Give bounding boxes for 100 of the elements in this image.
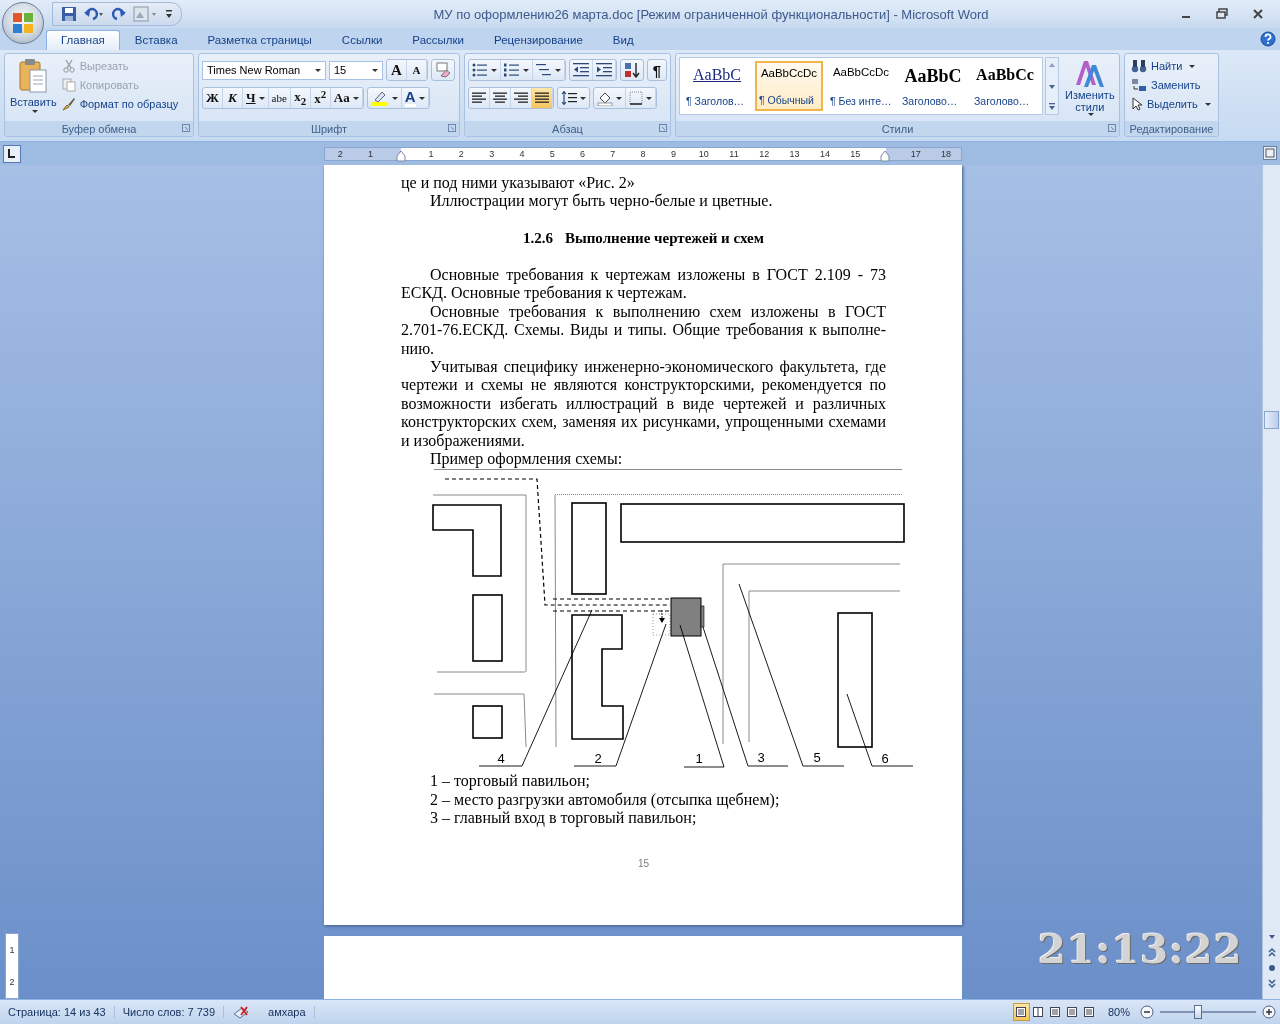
editing-button[interactable]: Найти xyxy=(1129,58,1214,74)
borders-button[interactable] xyxy=(626,88,656,108)
ruler-number: 1 xyxy=(9,945,15,955)
style-tile[interactable]: AaBbCcDc ¶ Обычный xyxy=(755,61,823,111)
clear-format-button[interactable] xyxy=(431,59,455,81)
ruler-number: 18 xyxy=(941,148,952,159)
ribbon-tab[interactable]: Вставка xyxy=(119,30,193,50)
zoom-slider-thumb[interactable] xyxy=(1194,1005,1203,1019)
dialog-launcher-icon[interactable] xyxy=(182,124,190,132)
body-paragraph: Иллюстрации могут быть черно-белые и цветные. xyxy=(429,192,774,211)
align-left-icon xyxy=(472,92,486,104)
ribbon-tab[interactable]: Вид xyxy=(597,30,649,50)
format-button[interactable]: Aa xyxy=(330,88,363,108)
align-button[interactable] xyxy=(532,88,553,108)
group-title: Шрифт xyxy=(310,122,348,135)
arrow-icon xyxy=(659,609,665,624)
shading-button[interactable] xyxy=(594,88,626,108)
show-marks-button[interactable]: ¶ xyxy=(647,59,667,81)
ribbon-tab[interactable]: Рассылки xyxy=(397,30,479,50)
draft-view-icon xyxy=(1083,1006,1096,1018)
help-icon[interactable] xyxy=(1260,31,1276,47)
sort-button[interactable] xyxy=(620,59,644,81)
page-count[interactable]: Страница: 14 из 43 xyxy=(0,1006,115,1018)
font-size-field[interactable]: 15 xyxy=(329,60,383,80)
ribbon-tab[interactable]: Разметка страницы xyxy=(192,30,327,50)
next-page-icon[interactable] xyxy=(1265,977,1279,991)
zoom-out-icon[interactable] xyxy=(1140,1005,1154,1019)
redo-icon[interactable] xyxy=(111,6,127,22)
dialog-launcher-icon[interactable] xyxy=(1108,124,1116,132)
format-button[interactable]: x$_{2}$ xyxy=(290,88,311,108)
group-title: Абзац xyxy=(552,122,583,135)
ribbon-tab[interactable]: Ссылки xyxy=(326,30,398,50)
line-spacing-button[interactable] xyxy=(557,87,590,109)
caret-icon xyxy=(616,96,622,100)
language-indicator[interactable]: амхара xyxy=(260,1006,315,1018)
multilevel-list-button[interactable] xyxy=(533,60,565,80)
ruler-number: 2 xyxy=(9,977,15,987)
save-icon[interactable] xyxy=(61,6,77,22)
legend-item: 3 – главный вход в торговый павильон; xyxy=(429,809,698,828)
ruler-number: 5 xyxy=(549,148,555,159)
ribbon-tab[interactable]: Главная xyxy=(46,30,120,50)
legend-item: 1 – торговый павильон; xyxy=(429,772,591,791)
page-number: 15 xyxy=(636,856,651,871)
paste-button[interactable]: Вставить xyxy=(7,56,60,119)
format-button[interactable]: abe xyxy=(268,88,291,108)
clock-overlay: 21:13:22 xyxy=(1038,925,1243,972)
ruler-number: 3 xyxy=(489,148,495,159)
bulleted-list-icon xyxy=(472,63,488,77)
vertical-scrollbar[interactable] xyxy=(1262,165,1280,999)
zoom-in-icon[interactable] xyxy=(1262,1005,1276,1019)
grow-font-button[interactable]: A xyxy=(387,60,407,80)
increase-indent-button[interactable] xyxy=(593,60,616,80)
ruler-number: 11 xyxy=(729,148,739,159)
outline-view-icon xyxy=(1066,1006,1079,1018)
decrease-indent-button[interactable] xyxy=(570,60,593,80)
format-button[interactable]: x$^{2}$ xyxy=(310,88,331,108)
dialog-launcher-icon[interactable] xyxy=(448,124,456,132)
sort-icon xyxy=(624,62,640,78)
paintbrush-icon xyxy=(61,97,76,111)
caret-icon xyxy=(523,68,529,72)
ribbon-tab[interactable]: Рецензирование xyxy=(479,30,598,50)
caret-icon xyxy=(1204,102,1211,106)
numbering-button[interactable] xyxy=(501,60,533,80)
proofing-icon[interactable] xyxy=(232,1004,251,1020)
scroll-thumb[interactable] xyxy=(1264,411,1279,429)
change-styles-button[interactable]: Изменить стили xyxy=(1061,57,1119,121)
close-icon[interactable] xyxy=(1252,8,1264,20)
building-outline xyxy=(472,705,503,740)
format-button[interactable]: Ч xyxy=(243,88,269,108)
web-view-icon xyxy=(1049,1006,1062,1018)
ruler-number: 13 xyxy=(789,148,800,159)
group-title: Редактирование xyxy=(1129,122,1214,135)
view-ruler-icon[interactable] xyxy=(1263,146,1277,160)
font-name-field[interactable]: Times New Roman xyxy=(202,60,326,80)
section-heading: Выполнение чертежей и схем xyxy=(565,229,764,248)
undo-icon[interactable] xyxy=(83,6,105,22)
clipboard-button[interactable]: Формат по образцу xyxy=(59,96,181,112)
dialog-launcher-icon[interactable] xyxy=(659,124,667,132)
zoom-level[interactable]: 80% xyxy=(1103,1006,1134,1018)
restore-icon[interactable] xyxy=(1216,8,1228,20)
section-number: 1.2.6 xyxy=(523,229,553,248)
customize-caret-icon[interactable] xyxy=(165,9,173,19)
tab-stop-selector-icon[interactable] xyxy=(3,144,21,163)
ruler-number: 6 xyxy=(580,148,586,159)
ruler-number: 12 xyxy=(759,148,770,159)
format-button[interactable]: Ж xyxy=(203,88,223,108)
align-button[interactable] xyxy=(490,88,511,108)
format-button[interactable]: К xyxy=(223,88,243,108)
editing-button[interactable]: Выделить xyxy=(1129,96,1214,112)
align-button[interactable] xyxy=(469,88,490,108)
styles-letters-icon xyxy=(1073,59,1106,89)
view-button[interactable] xyxy=(1012,1003,1030,1021)
word-count[interactable]: Число слов: 7 739 xyxy=(114,1006,225,1018)
print-view-icon xyxy=(1015,1006,1028,1018)
font-color-button[interactable]: A xyxy=(401,88,429,108)
diagram-label: 3 xyxy=(757,750,765,766)
editing-button[interactable]: Заменить xyxy=(1129,77,1214,93)
shrink-font-button[interactable]: A xyxy=(407,60,427,80)
ruler-number: 2 xyxy=(337,148,343,159)
numbered-list-icon xyxy=(504,63,520,77)
